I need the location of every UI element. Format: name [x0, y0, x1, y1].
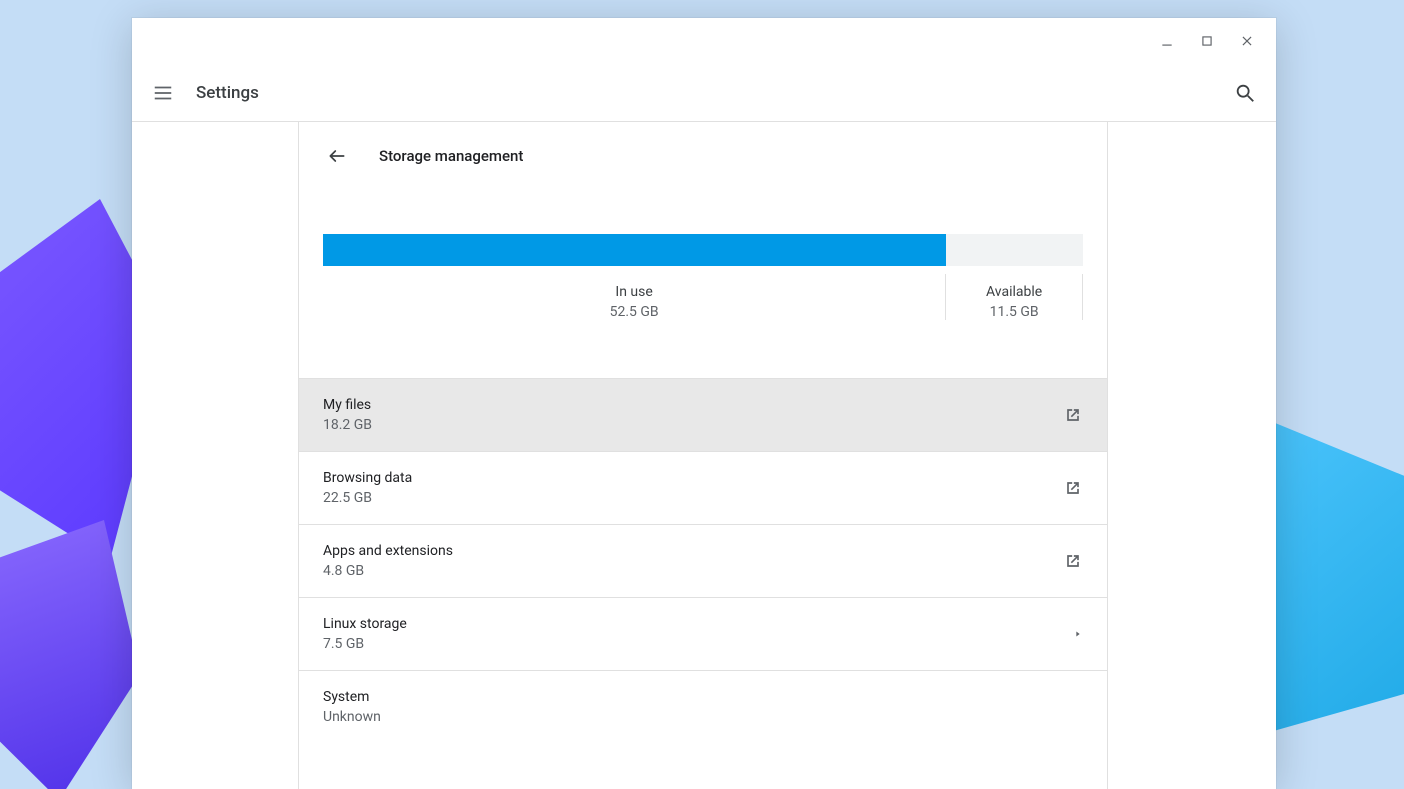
close-button[interactable]	[1238, 32, 1256, 50]
storage-gauge: In use 52.5 GB Available 11.5 GB	[299, 178, 1107, 350]
in-use-value: 52.5 GB	[323, 304, 945, 320]
menu-icon[interactable]	[152, 82, 174, 104]
available-value: 11.5 GB	[946, 304, 1082, 320]
storage-available-col: Available 11.5 GB	[946, 274, 1083, 320]
row-subtitle: 18.2 GB	[323, 417, 1063, 433]
panel-title: Storage management	[379, 147, 523, 165]
row-title: My files	[323, 397, 1063, 413]
search-icon[interactable]	[1234, 82, 1256, 104]
app-header: Settings	[132, 64, 1276, 122]
storage-bar-track	[323, 234, 1083, 266]
settings-panel: Storage management In use 52.5 GB Availa…	[298, 122, 1108, 789]
row-subtitle: 7.5 GB	[323, 636, 1073, 652]
window-titlebar	[132, 18, 1276, 64]
row-subtitle: 4.8 GB	[323, 563, 1063, 579]
maximize-button[interactable]	[1198, 32, 1216, 50]
row-title: Apps and extensions	[323, 543, 1063, 559]
back-button[interactable]	[323, 142, 351, 170]
chevron-right-icon	[1073, 629, 1083, 639]
storage-row[interactable]: My files 18.2 GB	[299, 379, 1107, 452]
storage-bar-fill	[323, 234, 946, 266]
row-subtitle: 22.5 GB	[323, 490, 1063, 506]
app-title: Settings	[196, 83, 259, 103]
open-external-icon	[1063, 478, 1083, 498]
storage-row[interactable]: Linux storage 7.5 GB	[299, 598, 1107, 671]
settings-body: Storage management In use 52.5 GB Availa…	[132, 122, 1276, 789]
settings-window: Settings Storage management In use 52.	[132, 18, 1276, 789]
available-label: Available	[946, 284, 1082, 300]
storage-row[interactable]: Apps and extensions 4.8 GB	[299, 525, 1107, 598]
wallpaper-shape	[0, 520, 140, 789]
storage-in-use-col: In use 52.5 GB	[323, 274, 946, 320]
row-subtitle: Unknown	[323, 709, 1083, 725]
open-external-icon	[1063, 405, 1083, 425]
open-external-icon	[1063, 551, 1083, 571]
minimize-button[interactable]	[1158, 32, 1176, 50]
storage-row[interactable]: Browsing data 22.5 GB	[299, 452, 1107, 525]
row-title: Linux storage	[323, 616, 1073, 632]
storage-rows: My files 18.2 GB Browsing data 22.5 GB Apps …	[299, 378, 1107, 743]
row-title: System	[323, 689, 1083, 705]
row-title: Browsing data	[323, 470, 1063, 486]
storage-row: System Unknown	[299, 671, 1107, 743]
in-use-label: In use	[323, 284, 945, 300]
